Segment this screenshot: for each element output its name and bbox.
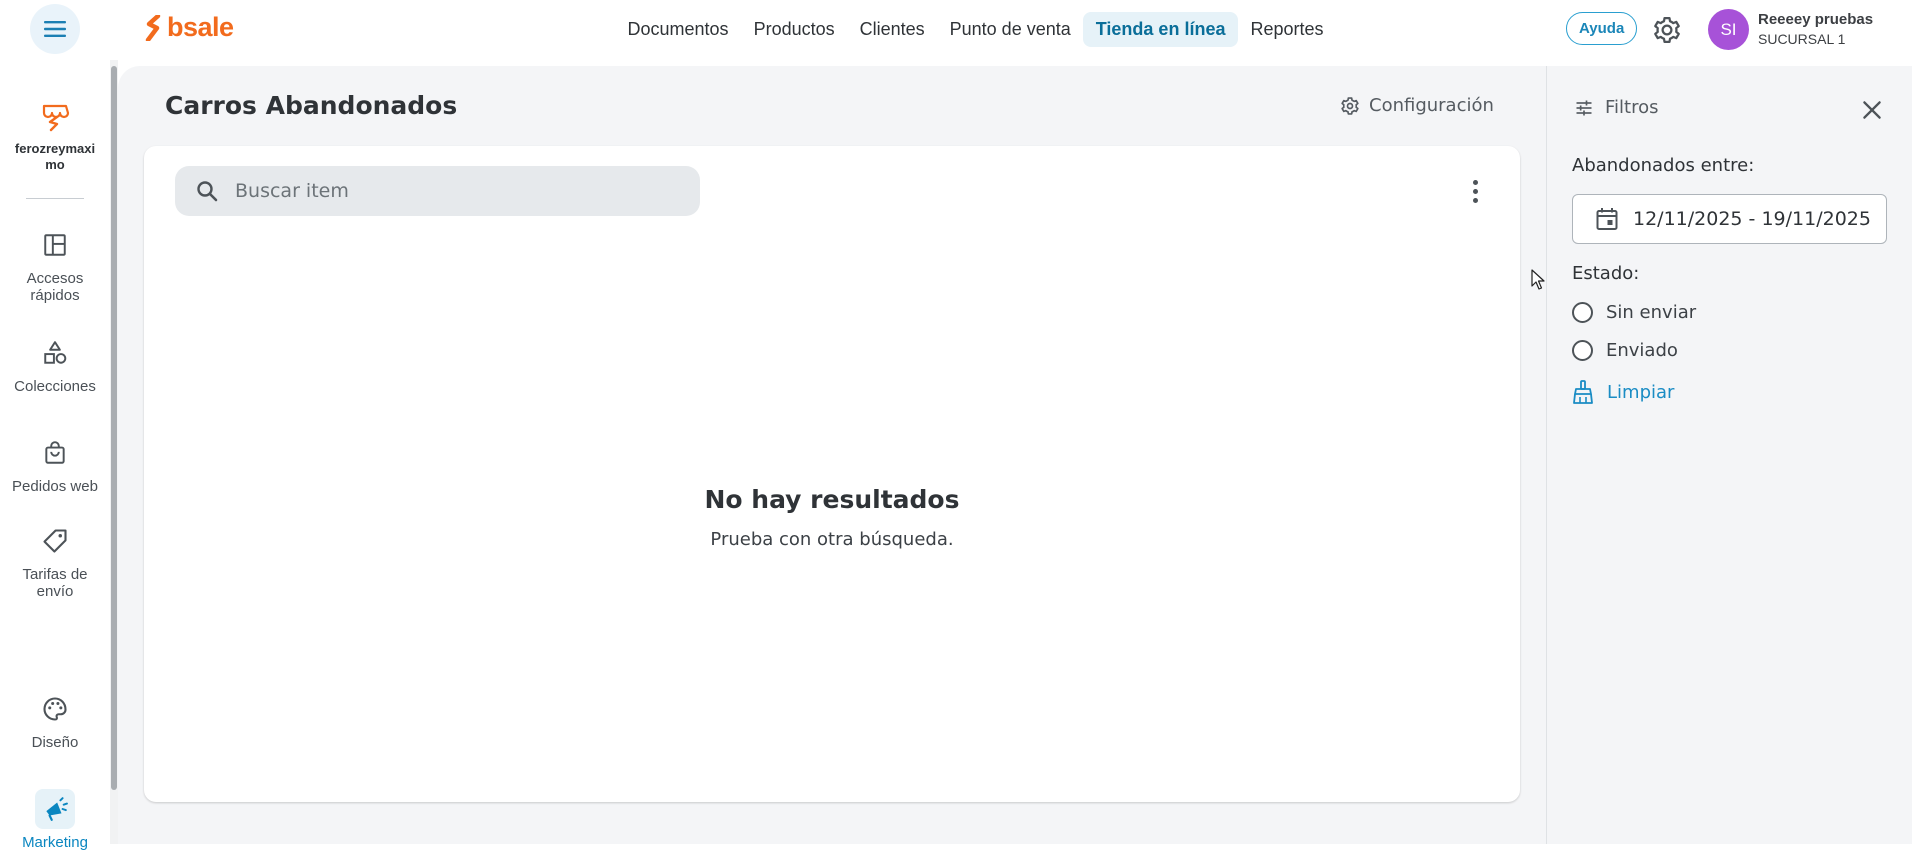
user-avatar[interactable]: SI	[1708, 9, 1749, 50]
radio-button[interactable]	[1572, 302, 1593, 323]
menu-button[interactable]	[30, 4, 80, 54]
bsale-logo-mark-icon	[145, 14, 161, 41]
sidebar-item-label: Tarifas de envío	[22, 566, 88, 600]
sidebar-item-label: Diseño	[31, 734, 79, 751]
empty-state-title: No hay resultados	[704, 485, 960, 514]
sidebar-item-label: Accesos rápidos	[26, 270, 84, 304]
close-icon[interactable]	[1859, 97, 1885, 123]
user-branch[interactable]: SUCURSAL 1	[1758, 31, 1845, 47]
date-range-picker[interactable]: 12/11/2025 - 19/11/2025	[1572, 194, 1887, 244]
store-name[interactable]: ferozreymaximo	[10, 141, 100, 173]
status-option-label: Enviado	[1606, 340, 1678, 361]
nav-tienda-en-linea[interactable]: Tienda en línea	[1083, 12, 1238, 47]
sliders-icon	[1576, 100, 1592, 115]
sidebar: ferozreymaximo Accesos rápidos Coleccion…	[0, 60, 110, 851]
tag-icon	[43, 529, 67, 553]
help-button[interactable]: Ayuda	[1566, 12, 1638, 45]
results-card	[144, 146, 1520, 802]
broom-icon	[1573, 380, 1593, 404]
palette-icon	[43, 697, 67, 721]
sidebar-scrollbar-thumb[interactable]	[111, 66, 117, 790]
sidebar-item-pedidos-web[interactable]: Pedidos web	[0, 433, 110, 495]
status-option-label: Sin enviar	[1606, 302, 1697, 323]
main-nav: Documentos Productos Clientes Punto de v…	[615, 12, 1336, 47]
date-range-label: Abandonados entre:	[1572, 155, 1755, 176]
search-icon	[197, 181, 218, 202]
logo-text: bsale	[167, 12, 234, 42]
store-icon	[42, 104, 70, 132]
radio-button[interactable]	[1572, 340, 1593, 361]
dashboard-icon	[44, 234, 66, 256]
date-range-value: 12/11/2025 - 19/11/2025	[1633, 208, 1871, 230]
bsale-logo[interactable]: bsale	[145, 12, 234, 43]
empty-state-subtitle: Prueba con otra búsqueda.	[710, 529, 954, 550]
kebab-dot	[1472, 197, 1478, 203]
filters-title: Filtros	[1605, 97, 1659, 118]
more-options-button[interactable]	[1463, 176, 1487, 206]
mouse-cursor-icon	[1531, 269, 1545, 290]
kebab-dot	[1472, 188, 1478, 194]
shapes-icon	[44, 341, 67, 364]
sidebar-item-marketing[interactable]: Marketing	[0, 789, 110, 851]
gear-icon[interactable]	[1652, 15, 1682, 45]
sidebar-item-diseno[interactable]: Diseño	[0, 689, 110, 751]
nav-productos[interactable]: Productos	[741, 12, 847, 47]
sidebar-item-label: Colecciones	[14, 378, 96, 395]
page-title: Carros Abandonados	[165, 91, 458, 120]
clear-filters-link[interactable]: Limpiar	[1572, 380, 1674, 404]
kebab-dot	[1472, 179, 1478, 185]
top-bar: bsale Documentos Productos Clientes Punt…	[0, 0, 1912, 60]
gear-icon	[1341, 96, 1359, 115]
filters-panel	[1546, 66, 1912, 844]
configuration-link[interactable]: Configuración	[1340, 95, 1494, 116]
status-label: Estado:	[1572, 263, 1640, 284]
nav-clientes[interactable]: Clientes	[847, 12, 937, 47]
megaphone-icon	[46, 797, 68, 821]
user-name[interactable]: Reeeey pruebas	[1758, 11, 1873, 28]
clear-filters-label: Limpiar	[1607, 381, 1675, 403]
search-input[interactable]	[233, 179, 667, 203]
sidebar-divider	[26, 198, 84, 199]
sidebar-item-label: Pedidos web	[12, 478, 98, 495]
nav-documentos[interactable]: Documentos	[615, 12, 741, 47]
sidebar-item-colecciones[interactable]: Colecciones	[0, 333, 110, 395]
nav-punto-de-venta[interactable]: Punto de venta	[937, 12, 1083, 47]
sidebar-item-tarifas-de-envio[interactable]: Tarifas de envío	[0, 521, 110, 600]
calendar-icon	[1596, 208, 1618, 230]
sidebar-item-accesos-rapidos[interactable]: Accesos rápidos	[0, 225, 110, 304]
status-option-sin-enviar[interactable]: Sin enviar	[1572, 302, 1696, 323]
configuration-label: Configuración	[1369, 95, 1494, 116]
hamburger-icon	[44, 21, 66, 37]
sidebar-item-label: Marketing	[22, 834, 88, 851]
nav-reportes[interactable]: Reportes	[1238, 12, 1336, 47]
search-box[interactable]	[175, 166, 700, 216]
filters-header: Filtros	[1574, 97, 1659, 118]
shopping-bag-icon	[45, 441, 65, 464]
status-option-enviado[interactable]: Enviado	[1572, 340, 1678, 361]
